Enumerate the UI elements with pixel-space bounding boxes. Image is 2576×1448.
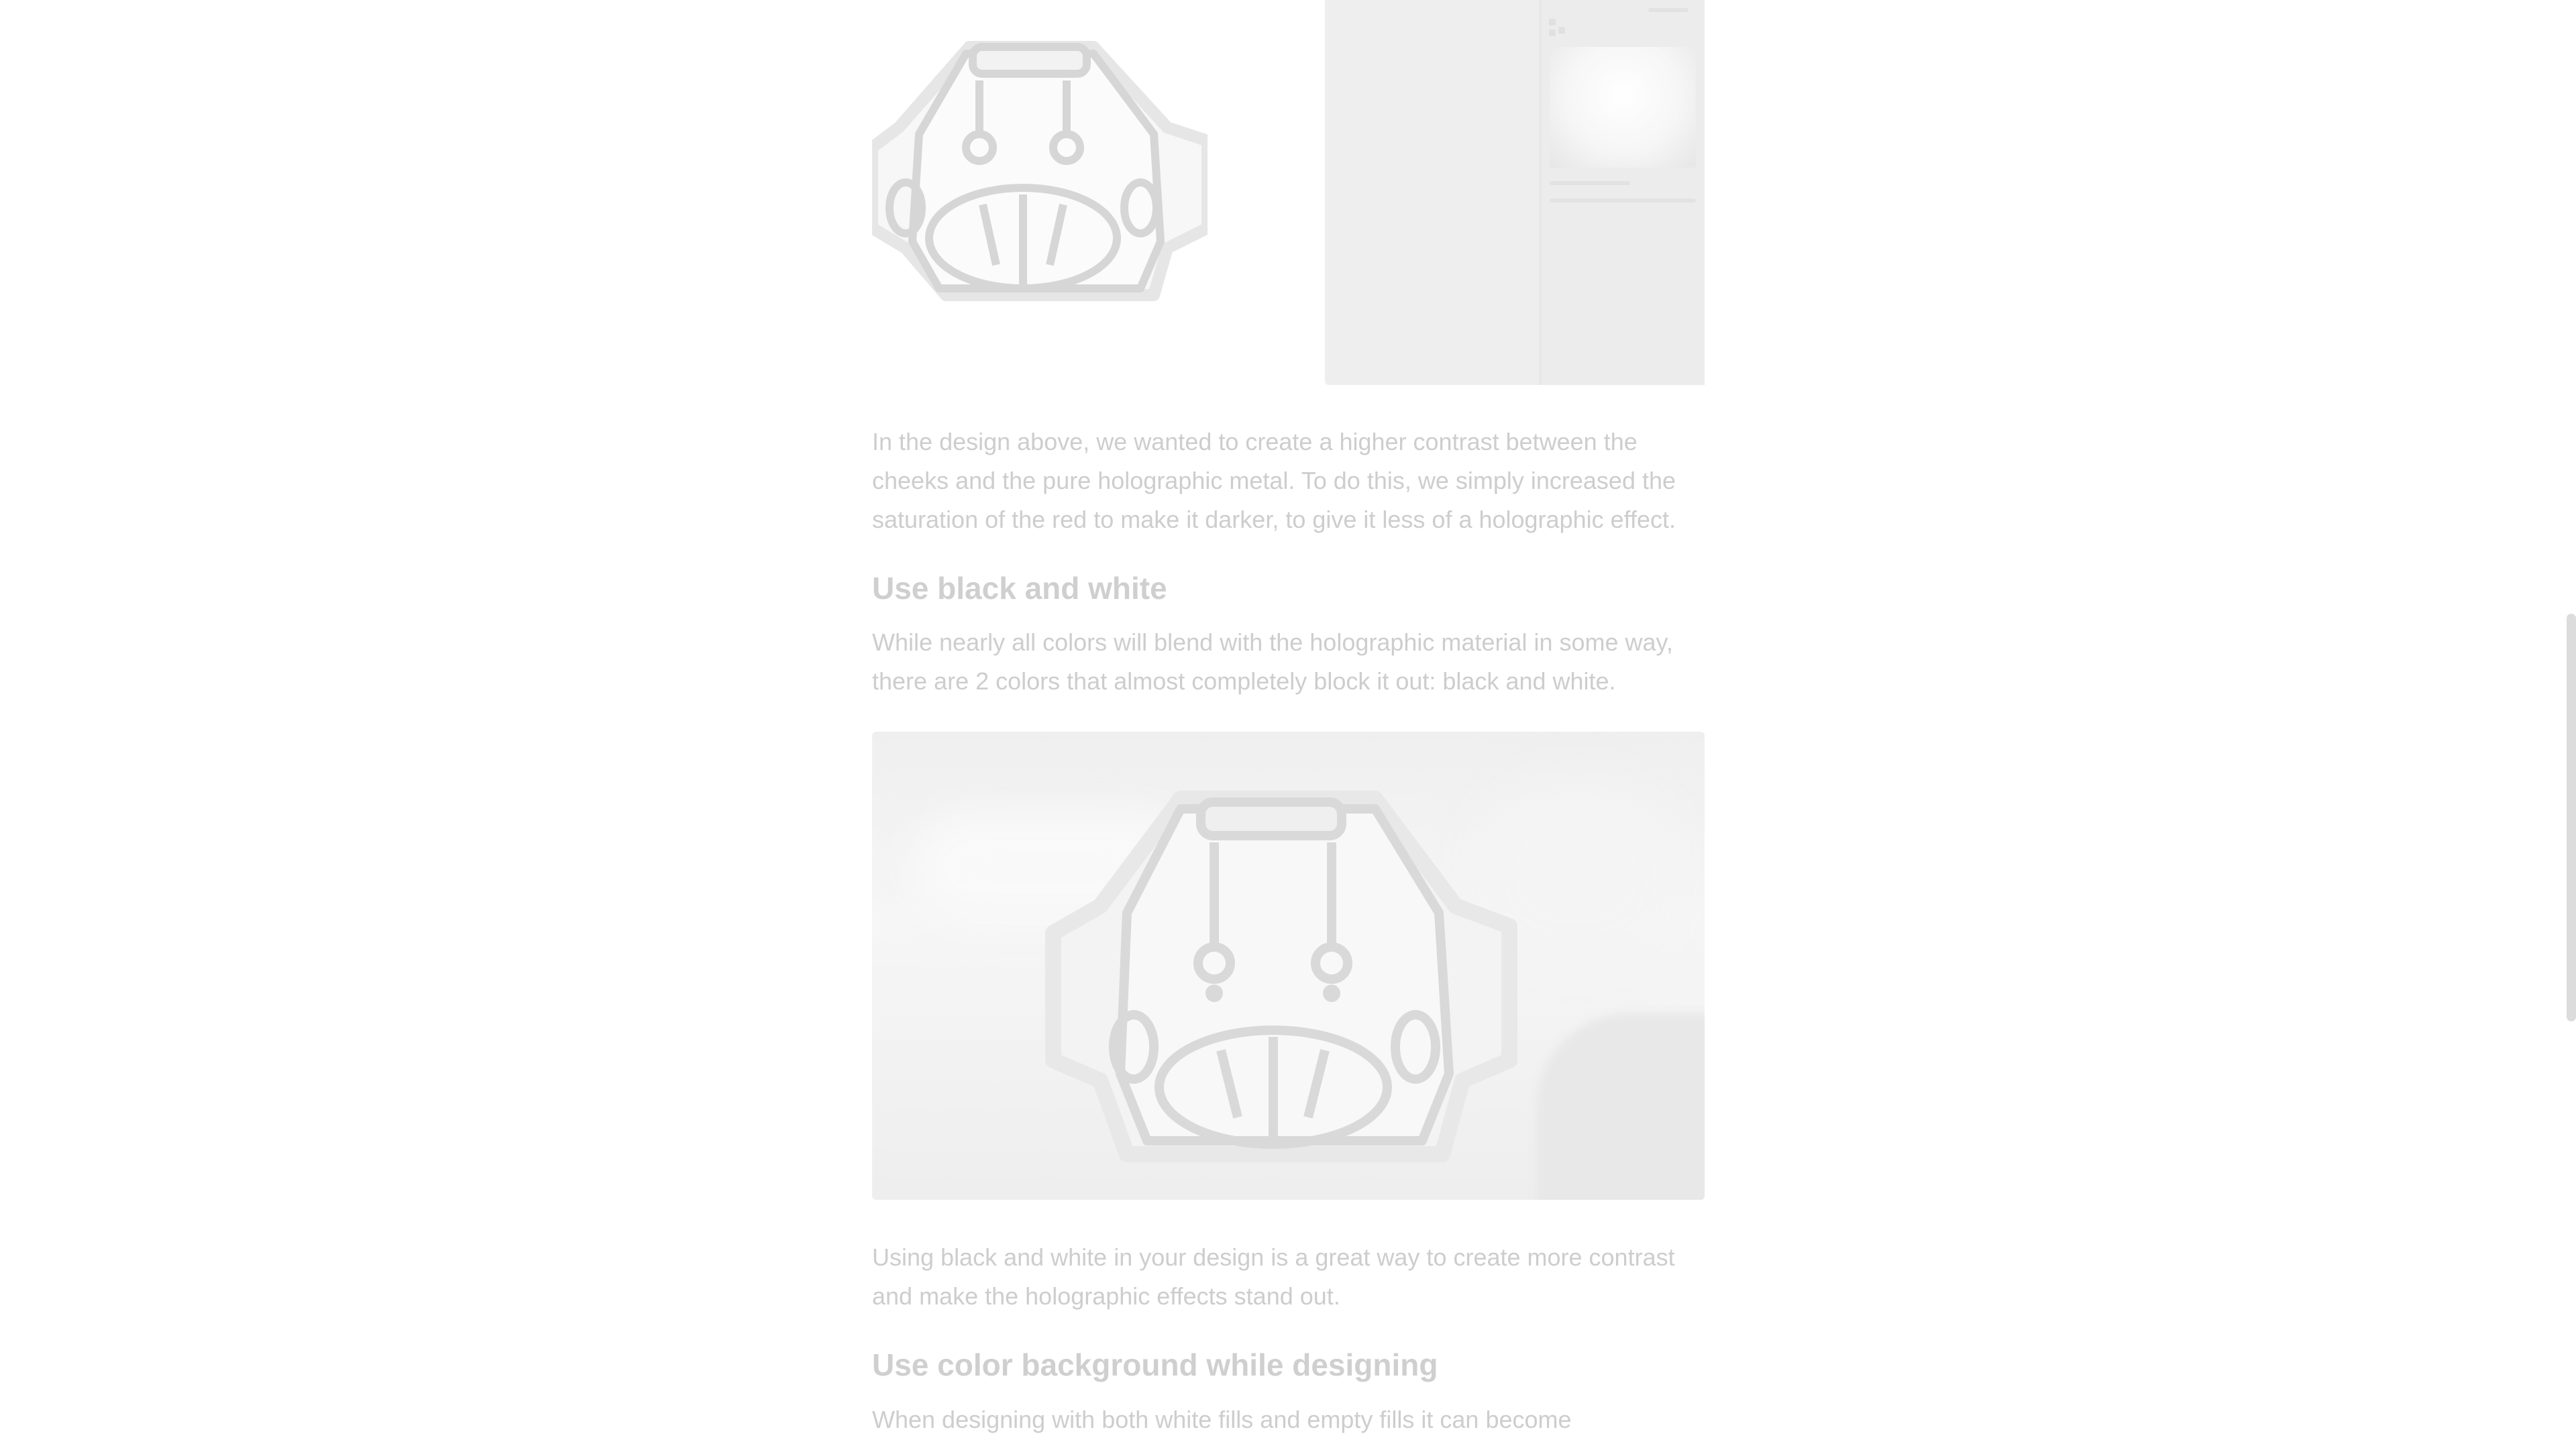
toolbar-row: [1648, 8, 1688, 12]
gradient-preview: [1550, 47, 1696, 168]
tool-icon: [1558, 27, 1565, 34]
tool-icon: [1549, 19, 1556, 25]
paragraph-designing-fills: When designing with both white fills and…: [872, 1406, 1572, 1433]
holographic-sticker-photo: [872, 732, 1705, 1200]
properties-panel: [1540, 0, 1705, 385]
robot-sticker-icon: [872, 41, 1208, 301]
design-app-screenshot: [1325, 0, 1705, 385]
scrollbar[interactable]: [2567, 614, 2576, 1021]
paragraph-using-black-white: Using black and white in your design is …: [872, 1243, 1675, 1310]
paragraph-black-white: While nearly all colors will blend with …: [872, 628, 1673, 695]
finger-shape: [1536, 1013, 1705, 1200]
robot-sticker-icon: [1045, 791, 1517, 1162]
heading-black-white: Use black and white: [872, 571, 1167, 606]
setting-row: [1550, 181, 1630, 185]
setting-row: [1550, 199, 1696, 203]
top-figure: [872, 0, 1705, 385]
tool-icon: [1549, 30, 1556, 36]
paragraph-contrast: In the design above, we wanted to create…: [872, 428, 1676, 533]
heading-color-background: Use color background while designing: [872, 1347, 1438, 1382]
